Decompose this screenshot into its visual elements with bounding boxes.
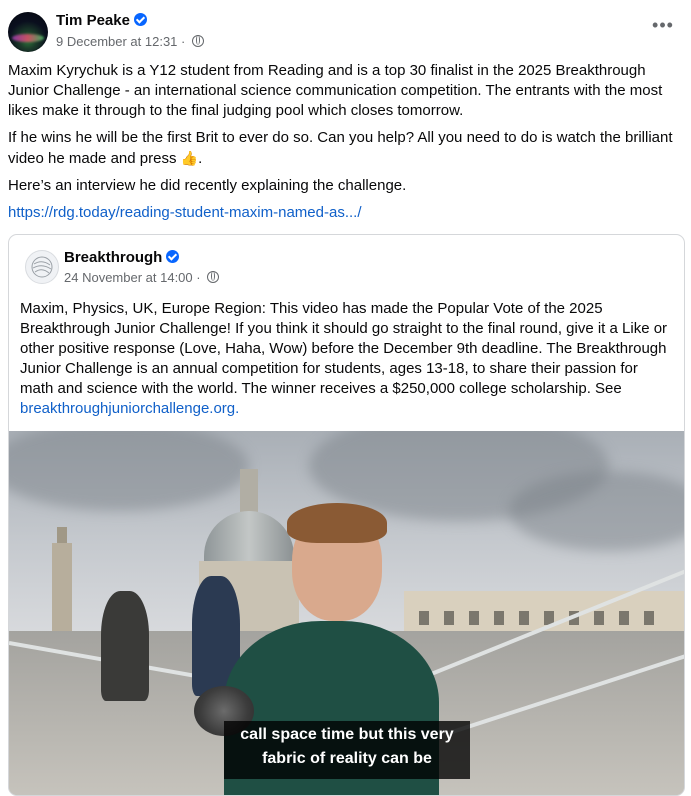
post-header: Tim Peake 9 December at 12:31 · ••• [8,10,683,54]
post-paragraph: Here’s an interview he did recently expl… [8,177,407,194]
verified-badge-icon [133,13,147,26]
author-name[interactable]: Tim Peake [56,12,130,29]
globe-icon [191,35,204,47]
breakthrough-avatar[interactable] [25,250,59,284]
shared-timestamp[interactable]: 24 November at 14:00 · [64,270,201,285]
more-options-icon[interactable]: ••• [649,14,677,42]
cathedral-lantern [240,469,258,513]
post-link[interactable]: https://rdg.today/reading-student-maxim-… [8,204,362,221]
verified-badge-icon [166,250,180,263]
post-timestamp[interactable]: 9 December at 12:31 · [56,34,185,49]
pedestrian [101,591,149,701]
post-paragraph: If he wins he will be the first Brit to … [8,129,673,167]
post-meta: 9 December at 12:31 · [56,34,204,49]
thumbs-up-icon: 👍 [180,150,199,166]
shared-text: Maxim, Physics, UK, Europe Region: This … [20,300,668,417]
video-caption: call space time but this very fabric of … [224,721,470,779]
shared-post-card[interactable]: Breakthrough 24 November at 14:00 · Maxi… [8,234,685,796]
post-paragraph: Maxim Kyrychuk is a Y12 student from Rea… [8,62,663,119]
video-player[interactable]: call space time but this very fabric of … [9,431,684,795]
student-hair [287,503,387,543]
globe-icon [207,271,220,283]
shared-author-name[interactable]: Breakthrough [64,249,162,266]
shared-author-row: Breakthrough [64,249,180,266]
author-name-row: Tim Peake [56,12,147,29]
breakthrough-logo-icon [31,256,53,278]
shared-link[interactable]: breakthroughjuniorchallenge.org. [20,400,239,417]
post-body: Maxim Kyrychuk is a Y12 student from Rea… [8,61,686,230]
shared-meta: 24 November at 14:00 · [64,270,220,285]
author-avatar[interactable] [8,12,48,52]
